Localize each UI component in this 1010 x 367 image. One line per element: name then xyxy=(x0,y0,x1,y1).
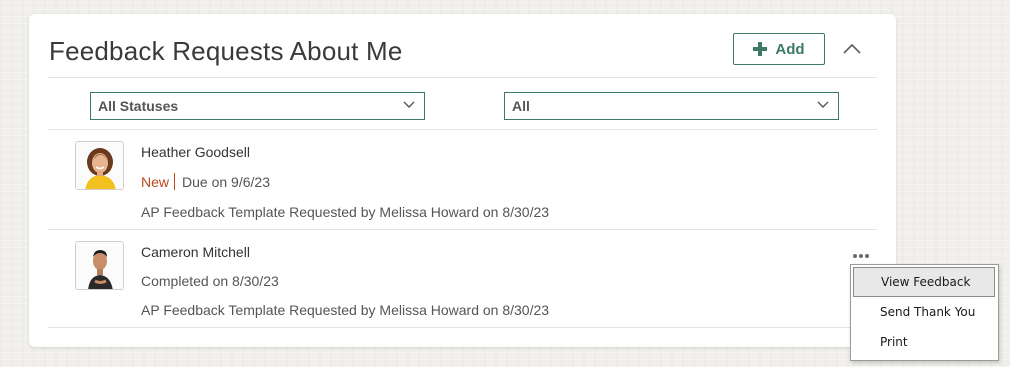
chevron-up-icon xyxy=(843,43,861,54)
due-date: Due on 9/6/23 xyxy=(182,173,270,190)
avatar xyxy=(75,241,124,290)
status-filter-value: All Statuses xyxy=(98,98,179,114)
add-button[interactable]: Add xyxy=(733,33,825,65)
ellipsis-dot xyxy=(859,254,863,258)
feedback-requests-card: Feedback Requests About Me Add All Statu… xyxy=(29,14,896,347)
status-badge: New xyxy=(141,173,170,190)
divider xyxy=(48,77,877,78)
ellipsis-icon xyxy=(853,254,857,258)
avatar xyxy=(75,141,124,190)
menu-item-send-thank-you[interactable]: Send Thank You xyxy=(853,297,995,327)
requester-name[interactable]: Heather Goodsell xyxy=(141,144,250,160)
menu-item-print[interactable]: Print xyxy=(853,327,995,357)
add-button-label: Add xyxy=(775,40,805,58)
status-line: Completed on 8/30/23 xyxy=(141,273,279,289)
plus-icon xyxy=(753,42,768,56)
context-menu: View Feedback Send Thank You Print xyxy=(850,264,999,361)
divider xyxy=(48,327,877,328)
status-line: New Due on 9/6/23 xyxy=(141,173,270,190)
more-options-button[interactable] xyxy=(853,252,871,260)
divider xyxy=(48,229,877,230)
chevron-down-icon xyxy=(817,101,829,108)
card-title: Feedback Requests About Me xyxy=(49,36,403,66)
request-detail: AP Feedback Template Requested by Meliss… xyxy=(141,302,550,318)
type-filter-select[interactable]: All xyxy=(504,92,839,120)
status-text: Completed on 8/30/23 xyxy=(141,273,279,289)
status-separator xyxy=(174,173,176,190)
menu-item-view-feedback[interactable]: View Feedback xyxy=(853,267,995,297)
requester-name[interactable]: Cameron Mitchell xyxy=(141,244,250,260)
chevron-down-icon xyxy=(403,101,415,108)
divider xyxy=(48,129,877,130)
type-filter-value: All xyxy=(512,98,530,114)
request-detail: AP Feedback Template Requested by Meliss… xyxy=(141,204,550,220)
collapse-button[interactable] xyxy=(841,38,863,58)
ellipsis-dot xyxy=(865,254,869,258)
status-filter-select[interactable]: All Statuses xyxy=(90,92,425,120)
